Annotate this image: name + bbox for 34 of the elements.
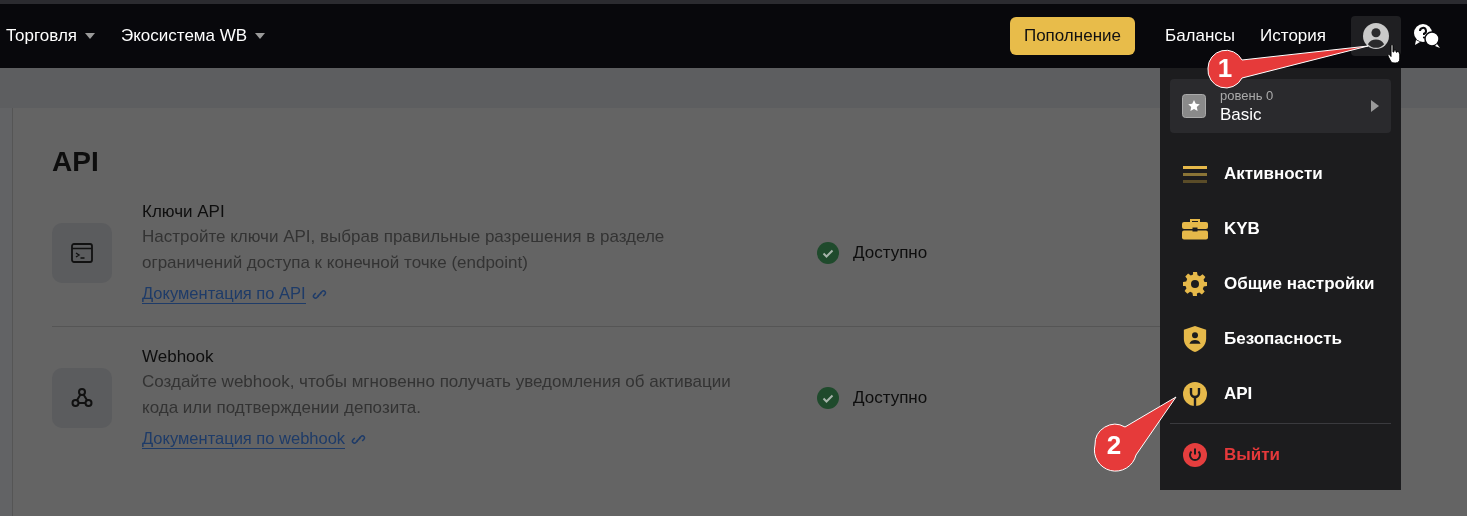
available-check-icon <box>817 242 839 264</box>
help-chat-icon[interactable] <box>1413 23 1441 49</box>
terminal-icon <box>52 223 112 283</box>
status-text: Доступно <box>853 243 928 263</box>
hand-cursor-icon <box>1387 44 1401 64</box>
menu-item[interactable]: API <box>1170 366 1391 421</box>
menu-item[interactable]: Активности <box>1170 146 1391 201</box>
item-title: Ключи API <box>142 202 226 222</box>
caret-icon <box>85 33 95 39</box>
plug-icon <box>1182 381 1208 406</box>
profile-button[interactable] <box>1351 16 1401 56</box>
power-icon <box>1182 443 1208 467</box>
nav-link[interactable]: Балансы <box>1164 26 1236 46</box>
nav-link[interactable]: История <box>1260 26 1326 46</box>
menu-item[interactable]: Общие настройки <box>1170 256 1391 311</box>
menu-item[interactable]: Выйти <box>1170 424 1391 486</box>
star-badge-icon <box>1182 94 1206 118</box>
menu-item[interactable]: KYB <box>1170 201 1391 256</box>
shield-user-icon <box>1182 325 1208 352</box>
briefcase-icon <box>1182 217 1208 240</box>
status-text: Доступно <box>853 388 928 408</box>
menu-item[interactable]: Безопасность <box>1170 311 1391 366</box>
chevron-right-icon <box>1371 100 1379 112</box>
level-name: Basic <box>1220 104 1263 125</box>
available-check-icon <box>817 387 839 409</box>
page-title: API <box>52 146 99 178</box>
caret-icon <box>255 33 266 39</box>
nav-menu[interactable]: Торговля <box>6 26 95 46</box>
nav-menu[interactable]: Экосистема WB <box>121 26 266 46</box>
webhook-icon <box>52 368 112 428</box>
item-title: Webhook <box>142 347 215 367</box>
user-avatar-icon <box>1363 23 1389 49</box>
top-up-button[interactable]: Пополнение <box>1009 17 1135 55</box>
settings-icon <box>1182 271 1208 296</box>
